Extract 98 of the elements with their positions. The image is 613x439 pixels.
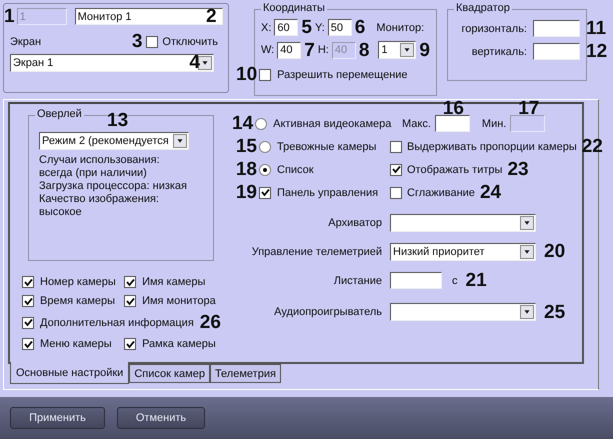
dropdown[interactable]: Низкий приоритет <box>390 242 536 260</box>
checkbox-label: Номер камеры <box>40 276 116 288</box>
annotation-number: 24 <box>480 184 502 201</box>
coordinate-field[interactable]: 40 <box>277 42 302 58</box>
coordinate-label: X: <box>261 22 272 34</box>
range-label: Макс. <box>402 118 431 130</box>
checkbox-label: Имя монитора <box>142 295 216 307</box>
checkbox[interactable] <box>146 36 158 48</box>
checkbox[interactable] <box>22 316 34 328</box>
checkbox-label: Меню камеры <box>40 338 112 350</box>
annotation-number: 5 <box>301 19 312 36</box>
overlay-description-line: Качество изображения: <box>39 193 159 205</box>
checkbox-label: Разрешить перемещение <box>277 68 408 80</box>
annotation-number: 13 <box>107 112 128 129</box>
annotation-number: 3 <box>132 33 142 50</box>
tab[interactable]: Список камер <box>129 364 210 383</box>
checkbox-label: Имя камеры <box>142 276 206 288</box>
annotation-number: 19 <box>234 184 257 201</box>
annotation-number: 18 <box>234 161 257 178</box>
annotation-number: 7 <box>304 42 315 58</box>
checkbox-label: Отключить <box>162 36 218 48</box>
range-label: Мин. <box>482 118 506 130</box>
cancel-button[interactable]: Отменить <box>117 407 205 429</box>
screen-label: Экран <box>10 36 42 48</box>
monitor-id-field: 1 <box>16 8 67 25</box>
form-label: Листание <box>332 274 382 286</box>
annotation-number: 15 <box>234 138 257 155</box>
quad-field[interactable] <box>533 20 580 37</box>
coordinate-field[interactable]: 50 <box>328 19 352 36</box>
overlay-mode-select[interactable]: Режим 2 (рекомендуется <box>39 132 189 150</box>
annotation-number: 6 <box>354 19 366 36</box>
form-label: Архиватор <box>327 216 382 228</box>
coordinate-label: Y: <box>314 22 325 34</box>
radio-label: Список <box>277 164 314 176</box>
unit-label: с <box>452 274 458 286</box>
form-label: Управление телеметрией <box>250 246 382 258</box>
checkbox-label: Время камеры <box>40 295 116 307</box>
apply-button[interactable]: Применить <box>10 407 105 429</box>
range-field[interactable] <box>434 115 470 132</box>
annotation-number: 17 <box>518 100 540 117</box>
checkbox[interactable] <box>124 276 136 288</box>
dropdown[interactable] <box>390 303 536 321</box>
checkbox[interactable] <box>22 276 34 288</box>
checkbox[interactable] <box>390 186 402 198</box>
annotation-number: 10 <box>236 66 258 83</box>
tab[interactable]: Основные настройки <box>10 362 130 384</box>
monitor-label: Монитор: <box>376 22 424 34</box>
group-title: Оверлей <box>35 108 84 120</box>
checkbox[interactable] <box>259 186 271 198</box>
dropdown[interactable] <box>390 214 536 232</box>
annotation-number: 11 <box>586 20 608 37</box>
coordinate-label: W: <box>261 44 274 56</box>
overlay-description-line: Загрузка процессора: низкая <box>39 180 188 192</box>
checkbox-label: Дополнительная информация <box>40 316 194 328</box>
annotation-number: 20 <box>544 243 566 260</box>
group-title: Координаты <box>261 2 327 14</box>
annotation-number: 23 <box>507 161 529 178</box>
checkbox-label: Сглаживание <box>407 186 475 198</box>
quad-label: вертикаль: <box>472 46 527 58</box>
radio-button[interactable] <box>259 164 271 176</box>
checkbox-label: Рамка камеры <box>142 338 216 350</box>
checkbox[interactable] <box>124 338 136 350</box>
group-title: Квадратор <box>454 2 512 14</box>
checkbox[interactable] <box>124 295 136 307</box>
annotation-number: 4 <box>189 54 200 71</box>
radio-button[interactable] <box>259 140 271 152</box>
checkbox[interactable] <box>22 338 34 350</box>
annotation-number: 26 <box>200 314 221 331</box>
annotation-number: 8 <box>358 42 370 58</box>
interval-field[interactable] <box>390 272 442 289</box>
checkbox-label: Отображать титры <box>407 164 502 176</box>
annotation-number: 12 <box>586 43 608 60</box>
checkbox[interactable] <box>259 68 272 80</box>
quad-field[interactable] <box>533 43 580 60</box>
overlay-description-line: всегда (при наличии) <box>39 167 147 179</box>
form-label: Аудиопроигрыватель <box>273 306 382 318</box>
checkbox-label: Выдерживать пропорции камеры <box>407 140 577 152</box>
coordinate-field[interactable]: 60 <box>274 19 298 36</box>
checkbox[interactable] <box>22 295 34 307</box>
overlay-description-line: Случаи использования: <box>39 154 160 166</box>
annotation-number: 25 <box>544 304 566 320</box>
overlay-description-line: высокое <box>39 206 82 218</box>
coordinate-label: H: <box>318 44 329 56</box>
annotation-number: 2 <box>206 8 217 25</box>
checkbox[interactable] <box>390 140 402 152</box>
annotation-number: 14 <box>232 115 254 132</box>
tab[interactable]: Телеметрия <box>210 364 281 383</box>
annotation-number: 9 <box>419 42 430 58</box>
annotation-number: 16 <box>442 100 464 117</box>
radio-label: Тревожные камеры <box>277 140 376 152</box>
radio-label: Активная видеокамера <box>273 118 392 130</box>
checkbox-label: Панель управления <box>277 186 378 198</box>
radio-button[interactable] <box>255 118 268 130</box>
annotation-number: 1 <box>4 8 15 25</box>
quad-label: горизонталь: <box>461 22 527 34</box>
annotation-number: 21 <box>466 272 487 289</box>
monitor-select[interactable]: 1 <box>378 41 416 59</box>
checkbox[interactable] <box>390 164 402 176</box>
